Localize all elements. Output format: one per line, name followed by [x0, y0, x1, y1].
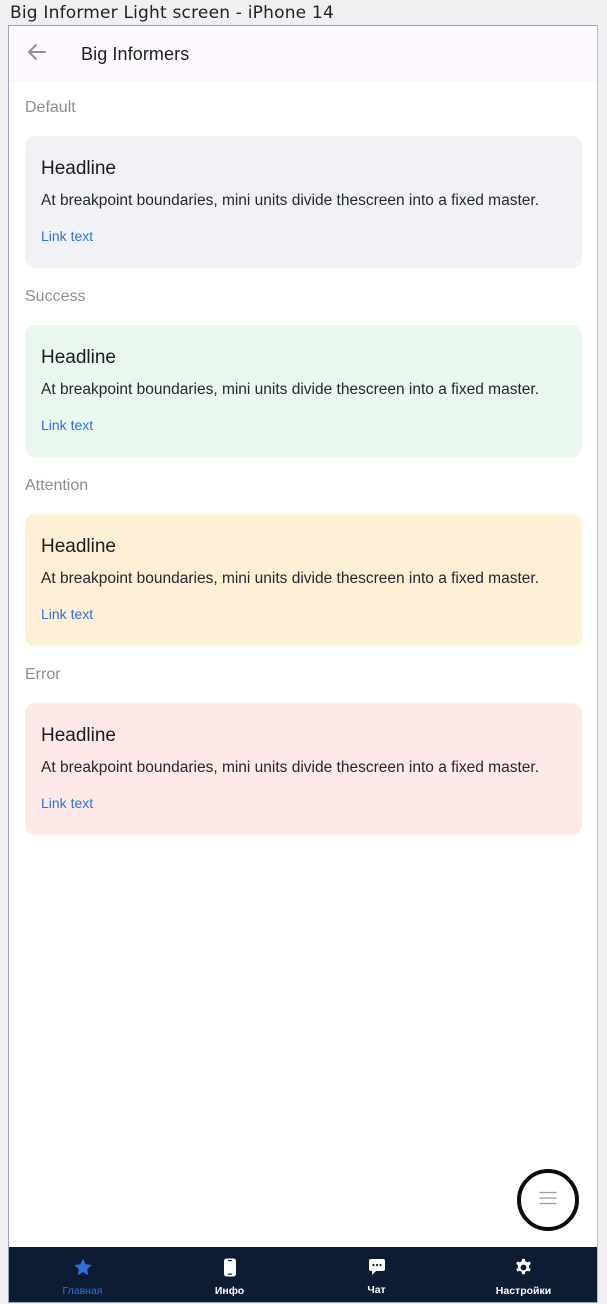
tab-chat[interactable]: Чат	[303, 1247, 450, 1302]
phone-screen: Big Informers Default Headline At breakp…	[8, 25, 598, 1303]
tab-info[interactable]: Инфо	[156, 1247, 303, 1302]
section-default: Default Headline At breakpoint boundarie…	[25, 98, 582, 268]
card-link[interactable]: Link text	[41, 227, 93, 245]
frame-label: Big Informer Light screen - iPhone 14	[10, 3, 334, 23]
tab-home[interactable]: Главная	[9, 1247, 156, 1302]
menu-lines-icon	[539, 1191, 557, 1210]
card-headline: Headline	[41, 347, 116, 368]
informer-card-success: Headline At breakpoint boundaries, mini …	[25, 325, 582, 457]
card-link[interactable]: Link text	[41, 416, 93, 434]
section-label: Default	[25, 99, 76, 116]
bottom-tab-bar: Главная Инфо Чат Настройки	[9, 1247, 597, 1302]
section-attention: Attention Headline At breakpoint boundar…	[25, 476, 582, 646]
phone-icon	[223, 1258, 237, 1282]
section-success: Success Headline At breakpoint boundarie…	[25, 287, 582, 457]
card-body: At breakpoint boundaries, mini units div…	[41, 192, 539, 209]
informer-card-error: Headline At breakpoint boundaries, mini …	[25, 703, 582, 835]
card-body: At breakpoint boundaries, mini units div…	[41, 759, 539, 776]
section-error: Error Headline At breakpoint boundaries,…	[25, 665, 582, 835]
card-headline: Headline	[41, 536, 116, 557]
informer-card-default: Headline At breakpoint boundaries, mini …	[25, 136, 582, 268]
tab-settings[interactable]: Настройки	[450, 1247, 597, 1302]
tab-label: Главная	[62, 1285, 103, 1297]
menu-fab-button[interactable]	[517, 1169, 579, 1231]
card-headline: Headline	[41, 158, 116, 179]
star-icon	[73, 1258, 93, 1282]
card-link[interactable]: Link text	[41, 605, 93, 623]
informers-list: Default Headline At breakpoint boundarie…	[25, 98, 582, 854]
card-headline: Headline	[41, 725, 116, 746]
section-label: Error	[25, 666, 61, 683]
card-body: At breakpoint boundaries, mini units div…	[41, 570, 539, 587]
card-link[interactable]: Link text	[41, 794, 93, 812]
informer-card-attention: Headline At breakpoint boundaries, mini …	[25, 514, 582, 646]
arrow-left-icon	[27, 43, 47, 66]
section-label: Attention	[25, 477, 89, 494]
tab-label: Чат	[367, 1284, 386, 1296]
gear-icon	[514, 1258, 533, 1282]
tab-label: Настройки	[495, 1285, 552, 1297]
tab-label: Инфо	[214, 1285, 245, 1297]
back-button[interactable]	[23, 40, 51, 68]
section-label: Success	[25, 288, 86, 305]
app-bar: Big Informers	[9, 26, 597, 82]
page-title: Big Informers	[81, 44, 190, 64]
chat-bubble-icon	[368, 1258, 386, 1281]
card-body: At breakpoint boundaries, mini units div…	[41, 381, 539, 398]
